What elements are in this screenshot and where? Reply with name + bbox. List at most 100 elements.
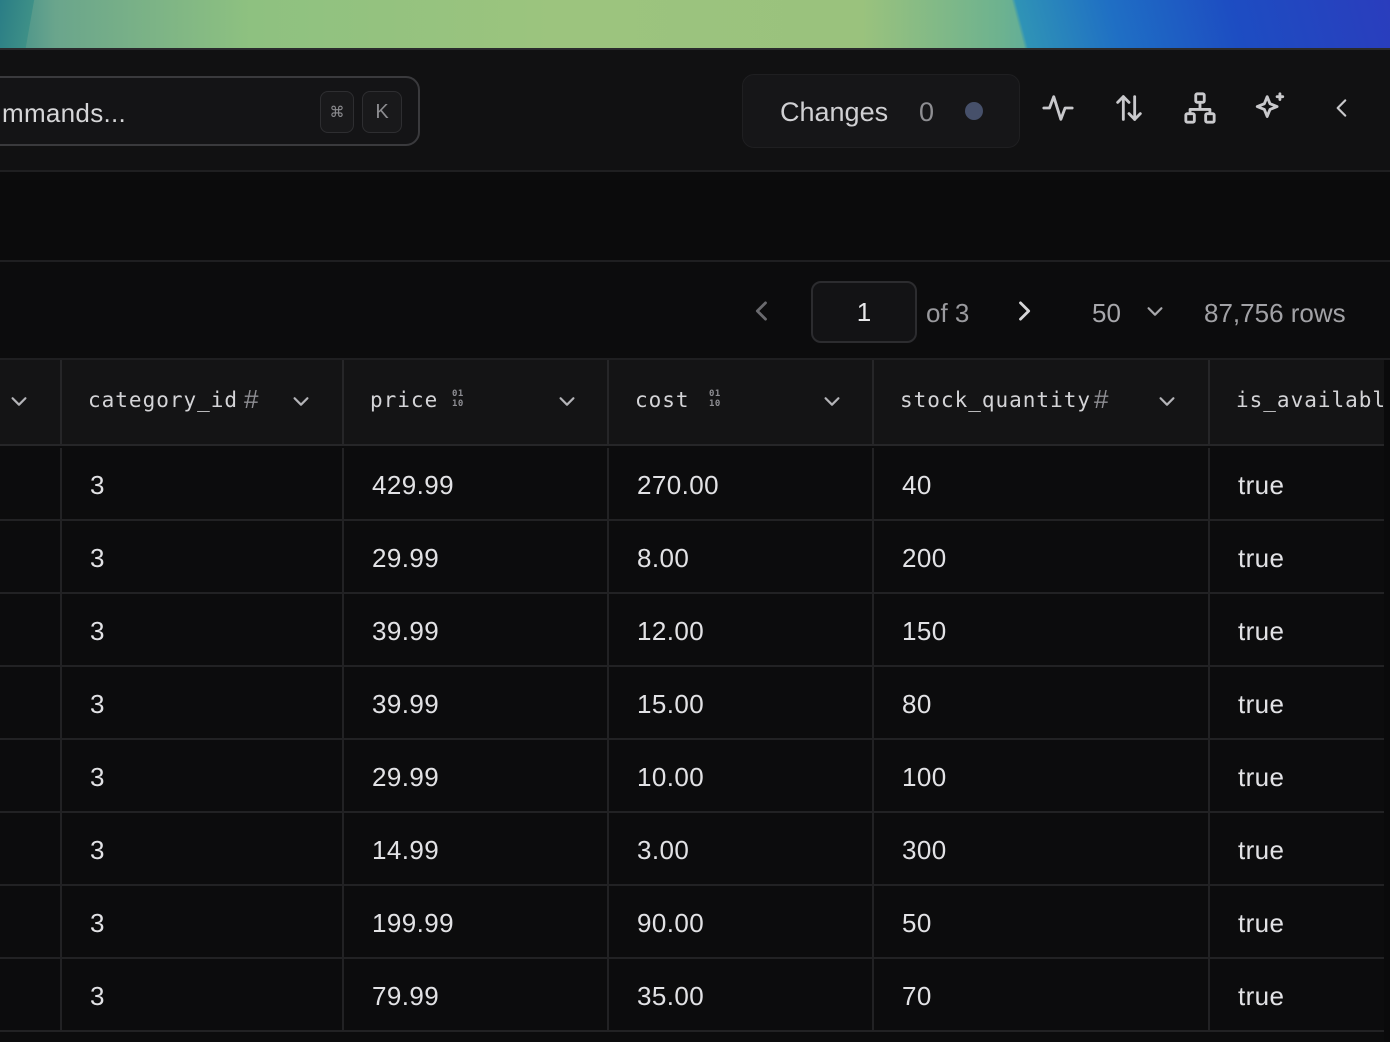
- price-cell[interactable]: 29.99: [344, 740, 609, 813]
- row-select-cell[interactable]: [0, 667, 62, 740]
- stock-quantity-cell[interactable]: 40: [874, 448, 1210, 521]
- previous-page-button[interactable]: [748, 296, 776, 331]
- activity-icon[interactable]: [1040, 90, 1076, 126]
- command-palette-input[interactable]: mmands... ⌘ K: [0, 76, 420, 146]
- row-select-cell[interactable]: [0, 521, 62, 594]
- table-row[interactable]: 3 199.99 90.00 50 true: [0, 886, 1390, 959]
- cost-cell[interactable]: 270.00: [609, 448, 874, 521]
- cell-value: true: [1238, 981, 1285, 1011]
- chevron-down-icon[interactable]: [290, 390, 312, 417]
- table-row[interactable]: 3 39.99 15.00 80 true: [0, 667, 1390, 740]
- category-id-cell[interactable]: 3: [62, 521, 344, 594]
- price-cell[interactable]: 29.99: [344, 521, 609, 594]
- category-id-cell[interactable]: 3: [62, 813, 344, 886]
- cost-cell[interactable]: 3.00: [609, 813, 874, 886]
- column-header-category-id[interactable]: category_id #: [62, 360, 344, 446]
- cell-value: true: [1238, 908, 1285, 938]
- cell-value: 79.99: [372, 981, 440, 1011]
- row-select-cell[interactable]: [0, 740, 62, 813]
- sort-arrows-icon[interactable]: [1111, 90, 1147, 126]
- cell-value: 200: [902, 543, 947, 573]
- cell-value: 3: [90, 908, 105, 938]
- chevron-down-icon[interactable]: [556, 390, 578, 417]
- table-row[interactable]: 3 39.99 12.00 150 true: [0, 594, 1390, 667]
- price-cell[interactable]: 79.99: [344, 959, 609, 1032]
- price-cell[interactable]: 14.99: [344, 813, 609, 886]
- cell-value: 15.00: [637, 689, 705, 719]
- cost-cell[interactable]: 90.00: [609, 886, 874, 959]
- cell-value: true: [1238, 543, 1285, 573]
- row-count-label: 87,756 rows: [1204, 298, 1346, 328]
- stock-quantity-cell[interactable]: 100: [874, 740, 1210, 813]
- table-row[interactable]: 3 14.99 3.00 300 true: [0, 813, 1390, 886]
- schema-tree-icon[interactable]: [1182, 90, 1218, 126]
- cost-cell[interactable]: 10.00: [609, 740, 874, 813]
- stock-quantity-cell[interactable]: 300: [874, 813, 1210, 886]
- category-id-cell[interactable]: 3: [62, 448, 344, 521]
- chevron-down-icon[interactable]: [8, 390, 30, 417]
- cell-value: 3.00: [637, 835, 690, 865]
- is-available-cell[interactable]: true: [1210, 813, 1386, 886]
- cost-cell[interactable]: 8.00: [609, 521, 874, 594]
- stock-quantity-cell[interactable]: 50: [874, 886, 1210, 959]
- is-available-cell[interactable]: true: [1210, 521, 1386, 594]
- is-available-cell[interactable]: true: [1210, 448, 1386, 521]
- price-cell[interactable]: 39.99: [344, 594, 609, 667]
- number-type-icon: #: [1094, 384, 1109, 414]
- is-available-cell[interactable]: true: [1210, 594, 1386, 667]
- column-header-stock-quantity[interactable]: stock_quantity #: [874, 360, 1210, 446]
- stock-quantity-cell[interactable]: 80: [874, 667, 1210, 740]
- stock-quantity-cell[interactable]: 200: [874, 521, 1210, 594]
- category-id-cell[interactable]: 3: [62, 667, 344, 740]
- table-row[interactable]: 3 79.99 35.00 70 true: [0, 959, 1390, 1032]
- cell-value: 70: [902, 981, 932, 1011]
- column-header-price[interactable]: price 01 10: [344, 360, 609, 446]
- collapse-chevron-left-icon[interactable]: [1324, 90, 1360, 126]
- chevron-down-icon[interactable]: [1156, 390, 1178, 417]
- page-size-select[interactable]: 50: [1092, 298, 1121, 329]
- grid-edge: [1384, 360, 1390, 1042]
- is-available-cell[interactable]: true: [1210, 959, 1386, 1032]
- page-number-input[interactable]: [811, 281, 917, 343]
- row-select-cell[interactable]: [0, 448, 62, 521]
- chevron-down-icon[interactable]: [1144, 300, 1166, 327]
- column-header[interactable]: [0, 360, 62, 446]
- cell-value: true: [1238, 689, 1285, 719]
- price-cell[interactable]: 39.99: [344, 667, 609, 740]
- table-row[interactable]: 3 29.99 8.00 200 true: [0, 521, 1390, 594]
- column-header-is-available[interactable]: is_available: [1210, 360, 1390, 446]
- stock-quantity-cell[interactable]: 70: [874, 959, 1210, 1032]
- number-type-icon: #: [244, 384, 259, 414]
- table-row[interactable]: 3 429.99 270.00 40 true: [0, 448, 1390, 521]
- changes-button[interactable]: Changes 0: [742, 74, 1020, 148]
- chevron-down-icon[interactable]: [821, 390, 843, 417]
- cost-cell[interactable]: 15.00: [609, 667, 874, 740]
- column-header-cost[interactable]: cost 01 10: [609, 360, 874, 446]
- price-cell[interactable]: 199.99: [344, 886, 609, 959]
- cell-value: true: [1238, 470, 1285, 500]
- is-available-cell[interactable]: true: [1210, 740, 1386, 813]
- row-select-cell[interactable]: [0, 813, 62, 886]
- category-id-cell[interactable]: 3: [62, 959, 344, 1032]
- chevron-left-icon: [755, 301, 767, 321]
- row-select-cell[interactable]: [0, 959, 62, 1032]
- table-row[interactable]: 3 29.99 10.00 100 true: [0, 740, 1390, 813]
- cost-cell[interactable]: 12.00: [609, 594, 874, 667]
- cell-value: 10.00: [637, 762, 705, 792]
- sparkles-icon[interactable]: [1252, 90, 1288, 126]
- category-id-cell[interactable]: 3: [62, 740, 344, 813]
- next-page-button[interactable]: [1010, 296, 1038, 331]
- price-cell[interactable]: 429.99: [344, 448, 609, 521]
- cell-value: 8.00: [637, 543, 690, 573]
- cell-value: 300: [902, 835, 947, 865]
- category-id-cell[interactable]: 3: [62, 594, 344, 667]
- is-available-cell[interactable]: true: [1210, 667, 1386, 740]
- row-select-cell[interactable]: [0, 886, 62, 959]
- cost-cell[interactable]: 35.00: [609, 959, 874, 1032]
- stock-quantity-cell[interactable]: 150: [874, 594, 1210, 667]
- category-id-cell[interactable]: 3: [62, 886, 344, 959]
- is-available-cell[interactable]: true: [1210, 886, 1386, 959]
- cell-value: 14.99: [372, 835, 440, 865]
- decimal-type-icon: 01 10: [709, 389, 721, 409]
- row-select-cell[interactable]: [0, 594, 62, 667]
